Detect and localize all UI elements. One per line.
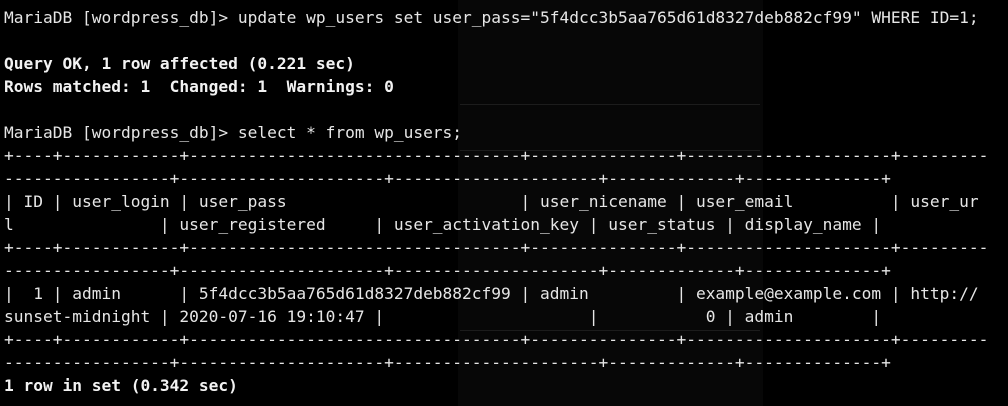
- table-border: -----------------+---------------------+…: [4, 261, 891, 280]
- terminal-window[interactable]: MariaDB [wordpress_db]> update wp_users …: [0, 0, 1008, 406]
- rows-matched-status: Rows matched: 1 Changed: 1 Warnings: 0: [4, 77, 394, 96]
- table-border: +----+------------+---------------------…: [4, 330, 989, 349]
- terminal-output: MariaDB [wordpress_db]> update wp_users …: [4, 6, 988, 397]
- table-row: sunset-midnight | 2020-07-16 19:10:47 | …: [4, 307, 882, 326]
- sql-select-command: MariaDB [wordpress_db]> select * from wp…: [4, 123, 463, 142]
- table-border: -----------------+---------------------+…: [4, 169, 891, 188]
- table-row: | 1 | admin | 5f4dcc3b5aa765d61d8327deb8…: [4, 284, 979, 303]
- result-summary: 1 row in set (0.342 sec): [4, 376, 238, 395]
- table-header-row: | ID | user_login | user_pass | user_nic…: [4, 192, 979, 211]
- sql-update-command: MariaDB [wordpress_db]> update wp_users …: [4, 8, 979, 27]
- table-border: +----+------------+---------------------…: [4, 146, 989, 165]
- table-border: -----------------+---------------------+…: [4, 353, 891, 372]
- table-header-row: l | user_registered | user_activation_ke…: [4, 215, 882, 234]
- query-ok-status: Query OK, 1 row affected (0.221 sec): [4, 54, 355, 73]
- table-border: +----+------------+---------------------…: [4, 238, 989, 257]
